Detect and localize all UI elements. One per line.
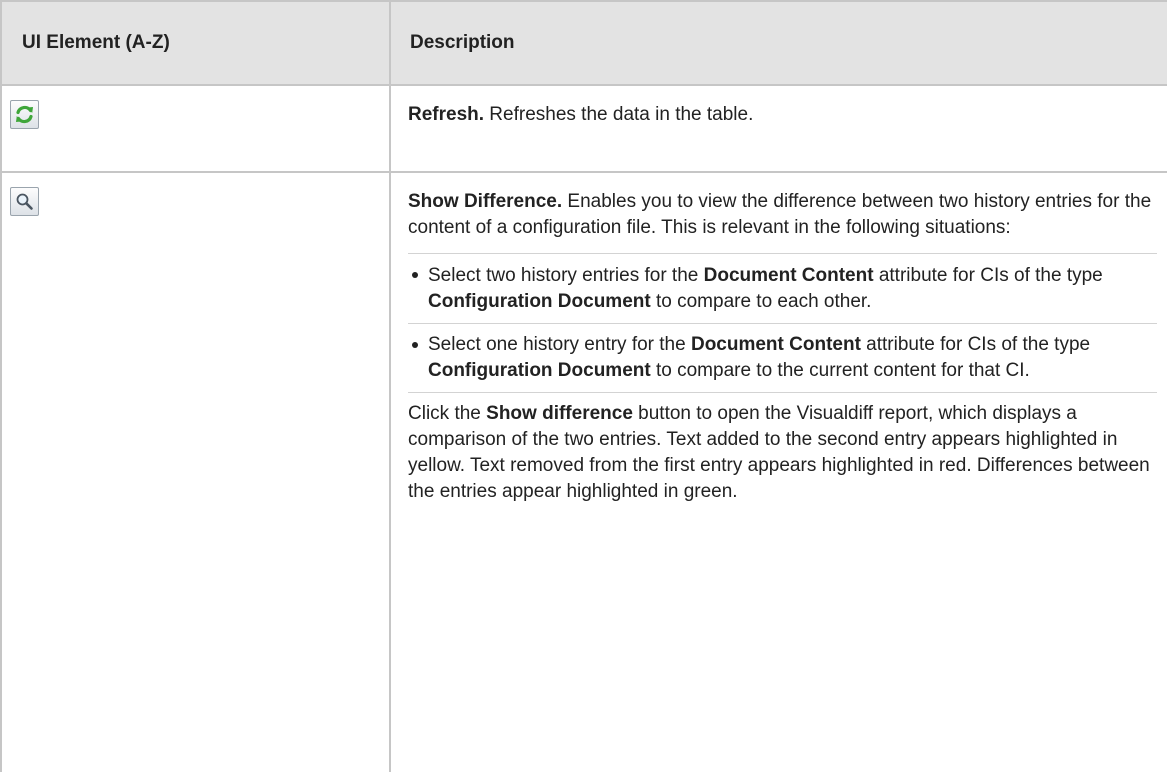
column-header-ui-element: UI Element (A-Z) [0, 0, 391, 86]
table-row: Refresh. Refreshes the data in the table… [0, 84, 1167, 173]
description-cell: Show Difference. Enables you to view the… [389, 171, 1167, 772]
description-cell: Refresh. Refreshes the data in the table… [389, 84, 1167, 173]
situation-list: Select two history entries for the Docum… [408, 253, 1157, 384]
show-difference-description: Show Difference. Enables you to view the… [408, 191, 1152, 238]
show-difference-usage: Click the Show difference button to open… [408, 392, 1157, 505]
refresh-icon[interactable] [10, 100, 39, 129]
list-item: Select two history entries for the Docum… [408, 253, 1157, 315]
table-row: Show Difference. Enables you to view the… [0, 171, 1167, 772]
refresh-description: Refresh. Refreshes the data in the table… [408, 104, 754, 125]
magnifier-icon[interactable] [10, 187, 39, 216]
ui-element-cell [0, 84, 391, 173]
table-header-row: UI Element (A-Z) Description [0, 0, 1167, 86]
ui-elements-table: UI Element (A-Z) Description Refresh. Re… [0, 0, 1167, 772]
column-header-description: Description [389, 0, 1167, 86]
list-item: Select one history entry for the Documen… [408, 323, 1157, 384]
ui-element-cell [0, 171, 391, 772]
